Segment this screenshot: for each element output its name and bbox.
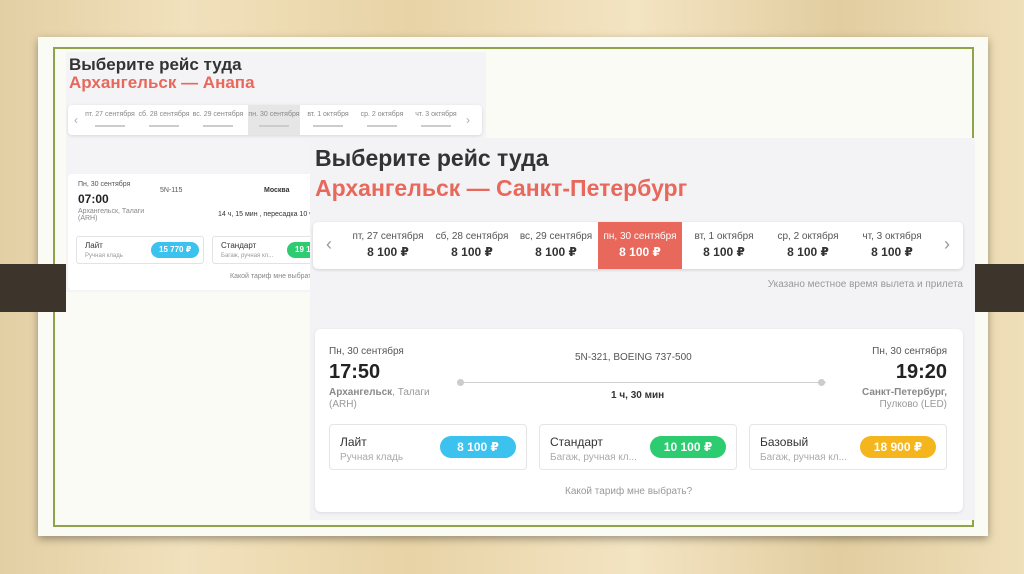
date-cell-selected[interactable]: пн, 30 сентября 8 100 ₽: [598, 222, 682, 269]
back-date-cell[interactable]: вт. 1 октября: [302, 111, 354, 127]
page-title: Выберите рейс туда: [315, 145, 549, 171]
fare-price-button[interactable]: 18 900 ₽: [860, 436, 936, 458]
arrival-city: Санкт-Петербург,: [861, 387, 947, 398]
back-flight-number: 5N-115: [160, 187, 183, 194]
arrival-date: Пн, 30 сентября: [872, 346, 947, 357]
date-price: 8 100 ₽: [535, 245, 577, 259]
fare-name: Базовый: [760, 435, 809, 449]
back-next-arrow-icon[interactable]: ›: [466, 113, 470, 127]
back-fare-price[interactable]: 15 770 ₽: [151, 242, 200, 258]
back-departure-date: Пн, 30 сентября: [78, 181, 131, 188]
date-price: 8 100 ₽: [367, 245, 409, 259]
prev-arrow-icon[interactable]: ‹: [313, 222, 345, 269]
front-screenshot: Выберите рейс туда Архангельск — Санкт-П…: [310, 138, 975, 520]
fare-name: Лайт: [340, 435, 367, 449]
date-cell[interactable]: сб, 28 сентября 8 100 ₽: [430, 222, 514, 269]
flight-duration: 1 ч, 30 мин: [611, 390, 665, 401]
fare-basic[interactable]: Базовый Багаж, ручная кл... 18 900 ₽: [749, 424, 947, 470]
fare-description: Ручная кладь: [340, 452, 404, 463]
back-departure-time: 07:00: [78, 192, 109, 206]
back-prev-arrow-icon[interactable]: ‹: [74, 113, 78, 127]
date-price: 8 100 ₽: [703, 245, 745, 259]
route-line: [462, 382, 826, 383]
date-label: вс, 29 сентября: [519, 231, 593, 242]
back-date-cell-selected[interactable]: пн. 30 сентября: [248, 105, 300, 135]
departure-city: Архангельск: [329, 387, 393, 398]
departure-place: Архангельск, Талаги: [329, 387, 430, 398]
back-date-cell[interactable]: пт. 27 сентября: [84, 111, 136, 127]
fare-description: Багаж, ручная кл...: [760, 452, 847, 463]
route-title: Архангельск — Санкт-Петербург: [315, 175, 688, 201]
route-end-dot: [818, 379, 825, 386]
back-departure-city: Архангельск, Талаги (ARH): [78, 208, 145, 222]
date-label: ср, 2 октября: [777, 231, 839, 242]
date-price: 8 100 ₽: [451, 245, 493, 259]
which-fare-link[interactable]: Какой тариф мне выбрать?: [565, 486, 692, 497]
fare-light[interactable]: Лайт Ручная кладь 8 100 ₽: [329, 424, 527, 470]
back-fare-light[interactable]: Лайт Ручная кладь 15 770 ₽: [76, 236, 204, 264]
date-label: сб, 28 сентября: [435, 231, 509, 242]
back-stop-city: Москва: [264, 187, 290, 194]
date-cell[interactable]: вс, 29 сентября 8 100 ₽: [514, 222, 598, 269]
fare-description: Багаж, ручная кл...: [550, 452, 637, 463]
date-label: чт, 3 октября: [862, 231, 922, 242]
arrival-time: 19:20: [895, 361, 947, 383]
date-selector: ‹ пт, 27 сентября 8 100 ₽ сб, 28 сентябр…: [313, 222, 963, 269]
slide-tab-left: [0, 264, 66, 312]
back-which-fare-link[interactable]: Какой тариф мне выбрать?: [230, 273, 319, 280]
back-date-cell[interactable]: чт. 3 октября: [410, 111, 462, 127]
date-cell[interactable]: пт, 27 сентября 8 100 ₽: [346, 222, 430, 269]
back-date-cell[interactable]: сб. 28 сентября: [138, 111, 190, 127]
date-label: пн, 30 сентября: [603, 231, 677, 242]
back-date-cell[interactable]: ср. 2 октября: [356, 111, 408, 127]
back-route-title: Архангельск — Анапа: [69, 73, 255, 92]
fare-standard[interactable]: Стандарт Багаж, ручная кл... 10 100 ₽: [539, 424, 737, 470]
departure-time: 17:50: [329, 361, 381, 383]
date-label: пт, 27 сентября: [352, 231, 424, 242]
local-time-note: Указано местное время вылета и прилета: [767, 279, 963, 290]
date-label: вт, 1 октября: [694, 231, 754, 242]
date-cell[interactable]: чт, 3 октября 8 100 ₽: [850, 222, 934, 269]
back-fare-name: Стандарт: [221, 241, 257, 250]
date-cell[interactable]: ср, 2 октября 8 100 ₽: [766, 222, 850, 269]
back-fare-sub: Ручная кладь: [85, 253, 123, 259]
date-price: 8 100 ₽: [619, 245, 661, 259]
next-arrow-icon[interactable]: ›: [931, 222, 963, 269]
arrival-airport: Пулково (LED): [879, 399, 947, 410]
back-fare-sub: Багаж, ручная кл...: [221, 253, 274, 259]
flight-info: 5N-321, BOEING 737-500: [575, 352, 692, 363]
date-price: 8 100 ₽: [871, 245, 913, 259]
back-fare-name: Лайт: [85, 241, 103, 250]
slide-tab-right: [972, 264, 1024, 312]
fare-price-button[interactable]: 8 100 ₽: [440, 436, 516, 458]
flight-card[interactable]: Пн, 30 сентября 17:50 Архангельск, Талаг…: [315, 329, 963, 512]
back-date-selector: ‹ пт. 27 сентября сб. 28 сентября вс. 29…: [68, 105, 482, 135]
fare-price-button[interactable]: 10 100 ₽: [650, 436, 726, 458]
back-page-title: Выберите рейс туда: [69, 55, 242, 74]
date-price: 8 100 ₽: [787, 245, 829, 259]
back-duration: 14 ч, 15 мин , пересадка 10 ч: [218, 211, 313, 218]
departure-date: Пн, 30 сентября: [329, 346, 404, 357]
fare-name: Стандарт: [550, 435, 603, 449]
back-date-cell[interactable]: вс. 29 сентября: [192, 111, 244, 127]
departure-code: (ARH): [329, 399, 357, 410]
date-cell[interactable]: вт, 1 октября 8 100 ₽: [682, 222, 766, 269]
departure-airport: , Талаги: [392, 387, 430, 398]
